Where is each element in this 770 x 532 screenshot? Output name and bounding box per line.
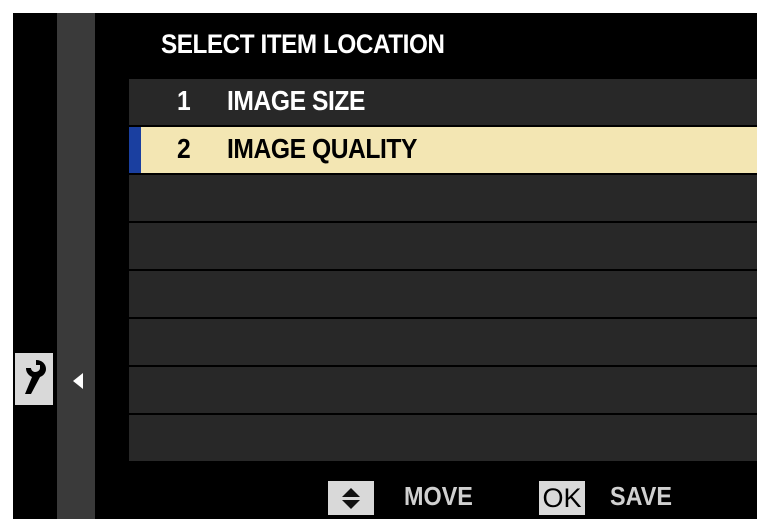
list-item-selected[interactable]: 2 IMAGE QUALITY (129, 127, 757, 173)
up-down-arrows-icon[interactable] (328, 481, 374, 515)
list-item[interactable] (129, 319, 757, 365)
item-location-list: 1 IMAGE SIZE 2 IMAGE QUALITY (129, 79, 757, 463)
camera-menu-screen: SELECT ITEM LOCATION 1 IMAGE SIZE 2 IMAG… (13, 13, 757, 519)
item-number: 2 (177, 133, 191, 164)
setup-tab[interactable] (15, 353, 53, 405)
button-hint-bar: MOVE OK SAVE (13, 475, 757, 519)
list-item[interactable] (129, 271, 757, 317)
arrow-up-icon (342, 487, 360, 497)
page-title: SELECT ITEM LOCATION (161, 29, 445, 59)
list-item[interactable] (129, 175, 757, 221)
triangle-left-icon[interactable] (73, 373, 83, 389)
item-label: IMAGE SIZE (227, 85, 365, 116)
arrow-down-icon (342, 499, 360, 509)
list-item[interactable] (129, 415, 757, 461)
item-number: 1 (177, 85, 191, 116)
tab-rail (57, 13, 95, 519)
list-item[interactable] (129, 223, 757, 269)
selection-indicator (129, 127, 141, 173)
ok-button[interactable]: OK (539, 481, 585, 515)
list-item[interactable] (129, 367, 757, 413)
move-hint-label: MOVE (404, 481, 473, 511)
wrench-icon (21, 358, 47, 401)
list-item[interactable]: 1 IMAGE SIZE (129, 79, 757, 125)
left-rail (13, 13, 55, 519)
save-hint-label: SAVE (610, 481, 672, 511)
item-label: IMAGE QUALITY (227, 133, 418, 164)
